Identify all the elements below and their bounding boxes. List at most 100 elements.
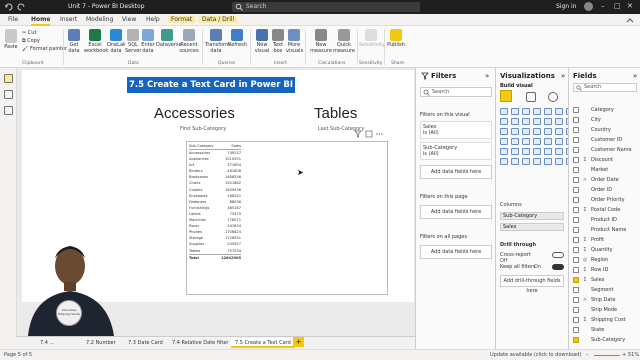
visual-type-icon[interactable] xyxy=(500,128,508,135)
field-item[interactable]: Σ Sales xyxy=(573,275,639,285)
visual-type-icon[interactable] xyxy=(511,128,519,135)
field-checkbox[interactable] xyxy=(573,137,579,143)
field-item[interactable]: Order ID xyxy=(573,185,639,195)
title-search-box[interactable]: Search xyxy=(232,2,420,12)
field-item[interactable]: Customer ID xyxy=(573,135,639,145)
visual-type-icon[interactable] xyxy=(500,148,508,155)
field-item[interactable]: Σ Postal Code xyxy=(573,205,639,215)
new-measure-button[interactable]: New measure xyxy=(310,29,332,54)
filter-card-sales[interactable]: Sales is (All) xyxy=(420,121,492,139)
field-checkbox[interactable] xyxy=(573,327,579,333)
tab-data-drill[interactable]: Data / Drill xyxy=(199,16,238,23)
field-item[interactable]: > Ship Date xyxy=(573,295,639,305)
visual-type-icon[interactable] xyxy=(522,108,530,115)
tab-help[interactable]: Help xyxy=(146,16,160,23)
field-checkbox[interactable] xyxy=(573,257,579,263)
page-tab-7-4[interactable]: 7.4 ... xyxy=(36,338,58,348)
visual-type-icon[interactable] xyxy=(544,158,552,165)
field-item[interactable]: Product ID xyxy=(573,215,639,225)
sign-in-link[interactable]: Sign in xyxy=(556,3,576,10)
sensitivity-button[interactable]: Sensitivity xyxy=(359,29,385,48)
field-item[interactable]: State xyxy=(573,325,639,335)
page-title-banner[interactable]: 7.5 Create a Text Card in Power BI xyxy=(127,77,295,93)
field-item[interactable]: > Order Date xyxy=(573,175,639,185)
visual-type-icon[interactable] xyxy=(555,158,563,165)
tab-home[interactable]: Home xyxy=(31,16,51,26)
tab-format[interactable]: Format xyxy=(168,16,196,23)
tab-file[interactable]: File xyxy=(8,16,18,23)
visual-type-icon[interactable] xyxy=(522,138,530,145)
field-checkbox[interactable] xyxy=(573,177,579,183)
field-checkbox[interactable] xyxy=(573,287,579,293)
undo-icon[interactable] xyxy=(4,2,14,12)
page-tab-7-5-text-card[interactable]: 7.5 Create a Text Card xyxy=(231,338,295,348)
visual-type-icon[interactable] xyxy=(500,108,508,115)
columns-well-item-sales[interactable]: Sales xyxy=(500,223,564,231)
visual-type-icon[interactable] xyxy=(555,118,563,125)
paste-button[interactable]: Paste xyxy=(3,29,19,50)
transform-data-button[interactable]: Transform data xyxy=(205,29,230,54)
visual-type-icon[interactable] xyxy=(544,118,552,125)
maximize-icon[interactable]: □ xyxy=(614,2,621,10)
field-checkbox[interactable] xyxy=(573,217,579,223)
report-view-icon[interactable] xyxy=(4,74,13,83)
field-checkbox[interactable] xyxy=(573,197,579,203)
field-checkbox[interactable] xyxy=(573,247,579,253)
field-item[interactable]: Sub-Category xyxy=(573,335,639,345)
page-tab-7-3-date-card[interactable]: 7.3 Date Card xyxy=(124,338,167,348)
minimize-icon[interactable]: – xyxy=(601,2,605,10)
enter-data-button[interactable]: Enter data xyxy=(141,29,155,54)
field-checkbox[interactable] xyxy=(573,127,579,133)
field-checkbox[interactable] xyxy=(573,167,579,173)
field-checkbox[interactable] xyxy=(573,337,579,343)
visual-type-icon[interactable] xyxy=(511,138,519,145)
model-view-icon[interactable] xyxy=(4,106,13,115)
card-last-subcategory-value[interactable]: Tables xyxy=(314,105,357,122)
field-checkbox[interactable] xyxy=(573,297,579,303)
more-visuals-button[interactable]: More visuals xyxy=(286,29,303,54)
visual-type-icon[interactable] xyxy=(555,128,563,135)
new-visual-button[interactable]: New visual xyxy=(254,29,270,54)
collapse-visualizations-icon[interactable]: » xyxy=(561,72,565,80)
cut-button[interactable]: ✂ Cut xyxy=(22,29,67,37)
keep-filters-toggle[interactable] xyxy=(552,264,564,270)
field-checkbox[interactable] xyxy=(573,107,579,113)
add-page-filter-field[interactable]: Add data fields here xyxy=(420,205,492,219)
visual-type-icon[interactable] xyxy=(533,128,541,135)
visual-type-icon[interactable] xyxy=(533,108,541,115)
visual-type-icon[interactable] xyxy=(522,128,530,135)
collapse-filters-icon[interactable]: » xyxy=(485,72,489,80)
field-item[interactable]: Segment xyxy=(573,285,639,295)
visual-type-icon[interactable] xyxy=(555,138,563,145)
chevron-up-icon[interactable] xyxy=(626,17,634,23)
visual-type-icon[interactable] xyxy=(555,148,563,155)
tab-insert[interactable]: Insert xyxy=(60,16,77,23)
visual-type-icon[interactable] xyxy=(500,118,508,125)
zoom-out-icon[interactable]: – xyxy=(586,352,589,358)
visual-type-icon[interactable] xyxy=(511,158,519,165)
field-item[interactable]: Σ Row ID xyxy=(573,265,639,275)
field-item[interactable]: Σ Shipping Cost xyxy=(573,315,639,325)
field-item[interactable]: ◎ Region xyxy=(573,255,639,265)
sql-server-button[interactable]: SQL Server xyxy=(125,29,141,54)
avatar[interactable] xyxy=(584,2,593,11)
add-drill-through-field[interactable]: Add drill-through fields here xyxy=(500,275,564,294)
field-item[interactable]: City xyxy=(573,115,639,125)
add-page-button[interactable]: + xyxy=(293,337,304,347)
text-box-button[interactable]: Text box xyxy=(271,29,285,54)
field-item[interactable]: Σ Quantity xyxy=(573,245,639,255)
visual-type-icon[interactable] xyxy=(555,108,563,115)
field-item[interactable]: Order Priority xyxy=(573,195,639,205)
page-tab-7-2-number[interactable]: 7.2 Number xyxy=(82,338,120,348)
visual-type-icon[interactable] xyxy=(511,108,519,115)
table-row[interactable]: Tables 757034 xyxy=(189,248,241,254)
cross-report-toggle[interactable] xyxy=(552,252,564,258)
field-item[interactable]: Ship Mode xyxy=(573,305,639,315)
visual-type-icon[interactable] xyxy=(533,118,541,125)
filter-card-subcategory[interactable]: Sub-Category is (All) xyxy=(420,142,492,160)
field-checkbox[interactable] xyxy=(573,117,579,123)
visual-type-icon[interactable] xyxy=(533,148,541,155)
field-item[interactable]: Σ Discount xyxy=(573,155,639,165)
filters-search-input[interactable]: Search xyxy=(420,87,492,97)
field-item[interactable]: Σ Profit xyxy=(573,235,639,245)
